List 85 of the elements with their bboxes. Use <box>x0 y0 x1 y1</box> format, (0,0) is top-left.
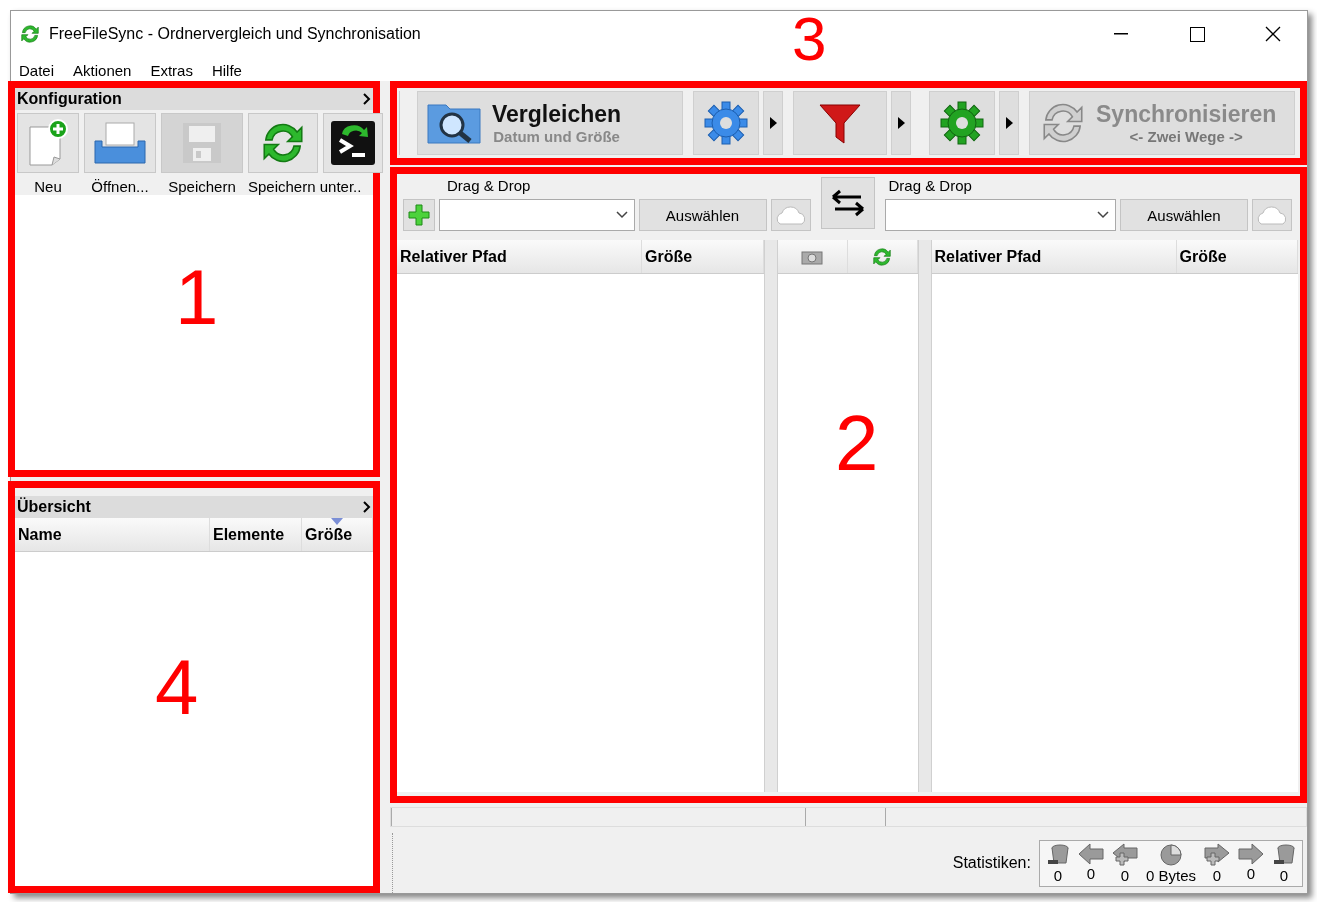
cloud-button[interactable] <box>1252 199 1292 231</box>
funnel-icon <box>818 101 862 145</box>
stat-value: 0 Bytes <box>1145 866 1196 884</box>
caret-icon <box>769 117 777 129</box>
batch-config-button[interactable] <box>323 113 383 173</box>
annotation-number: 2 <box>835 404 879 482</box>
stat-value: 0 <box>1246 864 1256 882</box>
arrow-right-icon <box>1238 842 1264 865</box>
swap-arrows-icon <box>830 188 865 218</box>
new-document-icon <box>26 119 70 167</box>
gear-icon <box>703 100 749 146</box>
close-icon <box>1265 26 1281 42</box>
sync-icon <box>871 245 893 268</box>
bin-minus-icon <box>1272 842 1296 867</box>
stat-value: 0 <box>1212 866 1222 884</box>
filter-button[interactable] <box>793 91 887 155</box>
window-title: FreeFileSync - Ordnervergleich und Synchronisation <box>49 25 422 43</box>
compare-button[interactable]: Vergleichen Datum und Größe <box>417 91 683 155</box>
column-header[interactable]: Relativer Pfad <box>931 240 1177 273</box>
menu-item[interactable]: Hilfe <box>211 61 253 81</box>
compare-settings-button[interactable] <box>693 91 759 155</box>
cloud-button[interactable] <box>770 199 811 231</box>
caret-icon <box>897 117 905 129</box>
drop-label: Drag & Drop <box>447 177 532 196</box>
column-header[interactable]: Name <box>15 518 210 551</box>
sync-settings-button[interactable] <box>929 91 995 155</box>
column-header[interactable]: Relativer Pfad <box>397 240 642 273</box>
browse-button[interactable]: Auswählen <box>1120 199 1248 231</box>
open-config-button[interactable] <box>84 113 156 173</box>
bin-minus-icon <box>1045 842 1070 867</box>
annotation-number: 1 <box>175 258 219 336</box>
button-title: Vergleichen <box>492 101 622 128</box>
arrow-left-icon <box>1077 842 1104 865</box>
dropdown-button[interactable] <box>999 91 1019 155</box>
plus-icon <box>408 204 430 226</box>
tool-label: Speichern unter.. <box>248 177 362 195</box>
chevron-right-icon <box>363 93 371 105</box>
dropdown-button[interactable] <box>891 91 911 155</box>
terminal-icon <box>330 120 376 166</box>
statistics-label: Statistiken: <box>952 854 1031 872</box>
maximize-icon <box>1189 26 1205 42</box>
folder-combo[interactable] <box>439 199 635 231</box>
drop-label: Drag & Drop <box>888 177 973 196</box>
camera-icon <box>801 248 823 265</box>
add-folder-button[interactable] <box>403 199 435 231</box>
column-header[interactable]: Elemente <box>210 518 302 551</box>
panel-title: Konfiguration <box>17 90 122 108</box>
chevron-right-icon <box>363 501 371 513</box>
browse-button[interactable]: Auswählen <box>638 199 767 231</box>
chevron-down-icon <box>615 211 628 219</box>
arrow-left-plus-icon <box>1111 842 1138 867</box>
caret-icon <box>1005 117 1013 129</box>
cloud-icon <box>773 205 808 225</box>
tool-label: Speichern <box>168 177 236 195</box>
menu-item[interactable]: Datei <box>19 61 66 81</box>
panel-title: Übersicht <box>17 498 91 516</box>
save-as-config-button[interactable] <box>248 113 318 173</box>
tool-label: Neu <box>34 177 62 195</box>
button-title: Synchronisieren <box>1096 101 1277 128</box>
app-sync-icon <box>19 23 41 45</box>
arrow-right-plus-icon <box>1204 842 1230 867</box>
new-config-button[interactable] <box>17 113 79 173</box>
cloud-icon <box>1255 205 1289 225</box>
stat-value: 0 <box>1279 866 1289 884</box>
stat-value: 0 <box>1120 866 1130 884</box>
swap-sides-button[interactable] <box>820 177 875 229</box>
tray-icon <box>92 121 148 165</box>
column-header[interactable]: Größe <box>302 518 373 551</box>
column-header[interactable]: Größe <box>642 240 764 273</box>
pie-chart-icon <box>1159 842 1183 867</box>
button-subtitle: Datum und Größe <box>493 128 620 145</box>
menu-item[interactable]: Extras <box>150 61 204 81</box>
gear-icon <box>939 100 985 146</box>
tool-label: Öffnen... <box>91 177 149 195</box>
annotation-number: 4 <box>155 648 199 726</box>
button-subtitle: <- Zwei Wege -> <box>1129 128 1243 145</box>
chevron-down-icon <box>1097 211 1109 219</box>
minimize-icon <box>1114 33 1128 35</box>
menu-item[interactable]: Aktionen <box>73 61 143 81</box>
stat-value: 0 <box>1086 864 1096 882</box>
annotation-number: 3 <box>792 8 827 70</box>
stat-value: 0 <box>1053 866 1063 884</box>
dropdown-button[interactable] <box>763 91 783 155</box>
folder-combo[interactable] <box>884 199 1116 231</box>
column-header[interactable]: Größe <box>1176 240 1298 273</box>
